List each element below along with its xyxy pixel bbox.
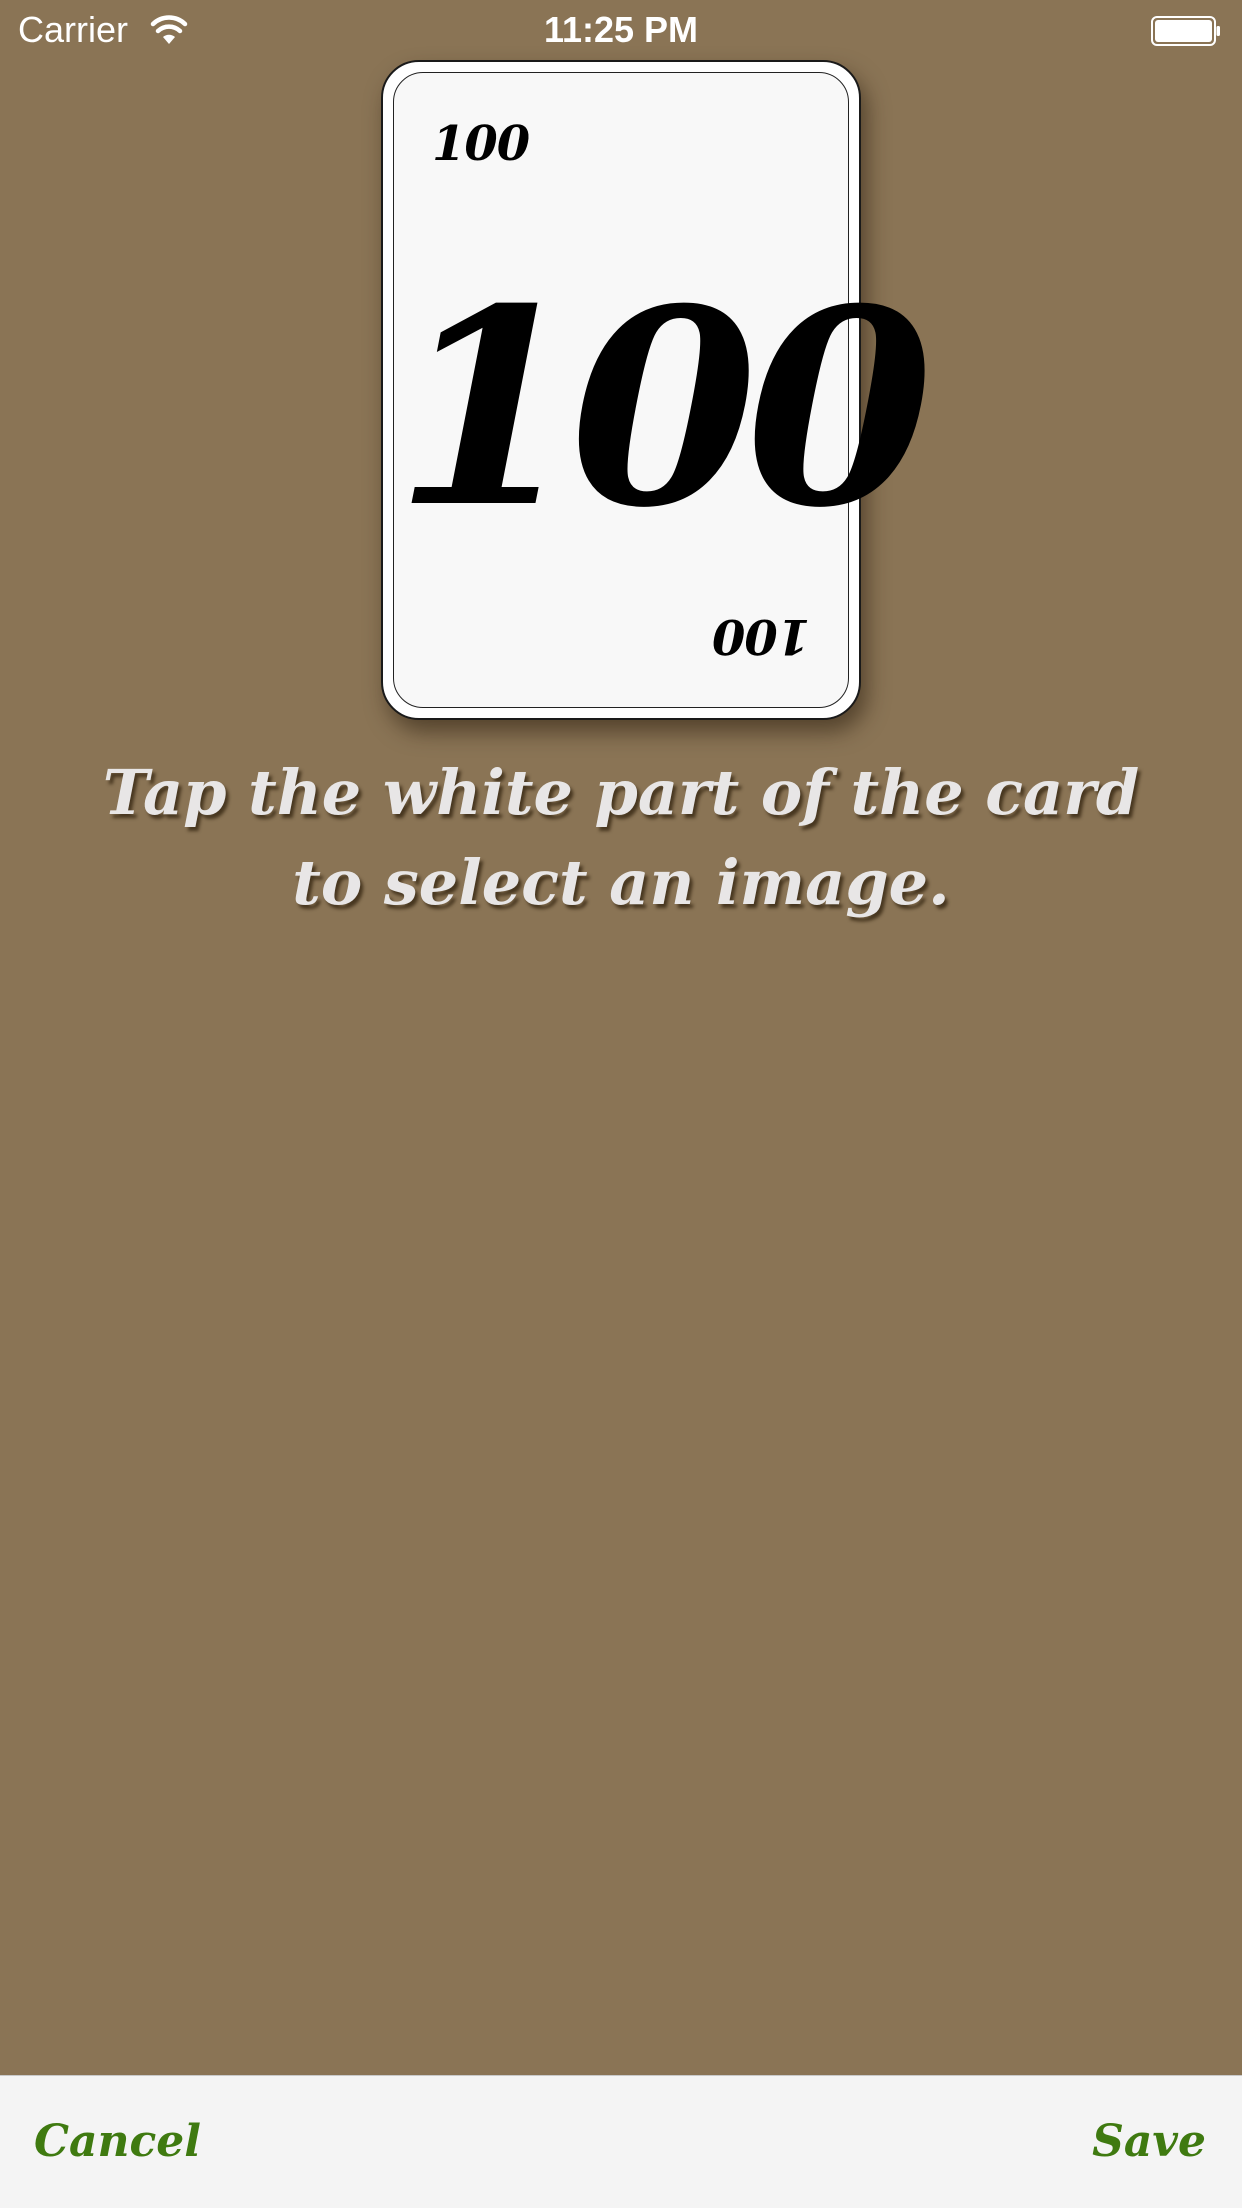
cancel-button[interactable]: Cancel [34,2114,201,2170]
status-bar: Carrier 11:25 PM [0,0,1242,60]
battery-icon [1151,16,1221,46]
card-corner-value-top: 100 [432,116,530,172]
save-button[interactable]: Save [1092,2114,1206,2170]
card-image-area[interactable]: 100 100 100 [393,72,934,708]
card-center-value: 100 [394,249,934,567]
card-preview[interactable]: 100 100 100 [381,60,934,720]
bottom-toolbar: Cancel Save [0,2075,1242,2208]
instruction-text: Tap the white part of the card to select… [102,756,1140,919]
status-time: 11:25 PM [543,9,699,50]
card-corner-value-bottom: 100 [712,608,810,664]
